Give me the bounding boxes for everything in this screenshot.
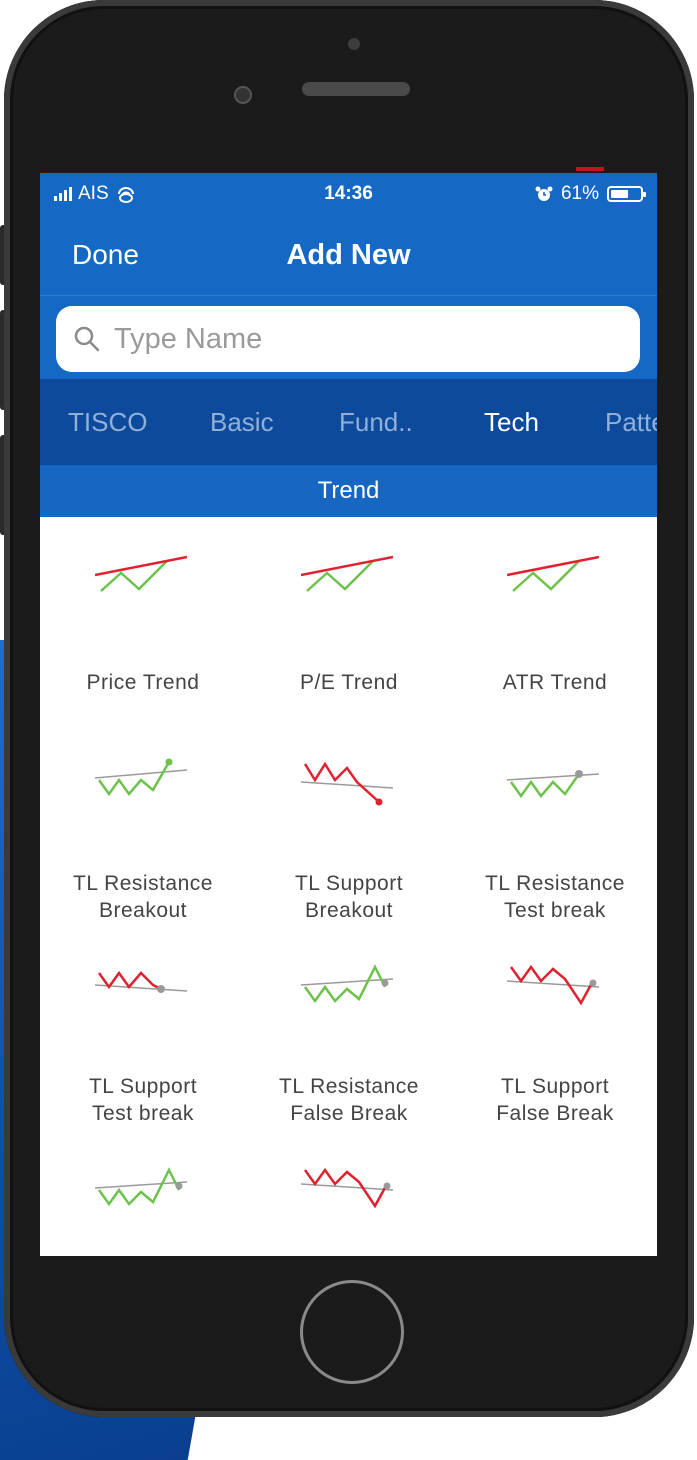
section-header-trend: Trend xyxy=(40,465,657,517)
search-bar xyxy=(40,295,657,380)
resistance-breakout-icon xyxy=(95,758,188,797)
battery-percent: 61% xyxy=(560,183,599,204)
front-camera xyxy=(234,86,252,104)
resistance-test-icon xyxy=(507,770,600,799)
indicator-label: TL Resistance Breakout xyxy=(40,870,246,924)
indicator-label: TL Support False Break xyxy=(452,1073,657,1127)
support-false-break-icon xyxy=(301,1167,394,1209)
indicator-label: TL Support Breakout xyxy=(246,870,452,924)
indicator-item-tl-support-false-break[interactable]: TL Support False Break xyxy=(452,923,657,1126)
indicator-item-tl-resistance-breakout[interactable]: TL Resistance Breakout xyxy=(40,720,246,923)
trendline-up-icon xyxy=(301,555,394,592)
earpiece-speaker xyxy=(302,82,410,96)
indicator-label-line2: False Break xyxy=(496,1102,614,1125)
indicator-label-line2: False Break xyxy=(290,1102,408,1125)
indicator-label-line1: ATR Trend xyxy=(502,671,608,694)
indicator-label: ATR Trend xyxy=(452,669,657,696)
indicator-item-tl-resistance-false-break[interactable]: TL Resistance False Break xyxy=(246,923,452,1126)
tab-fund[interactable]: Fund.. xyxy=(339,407,413,438)
resistance-false-break-icon xyxy=(95,1167,188,1207)
navigation-bar: Done Add New xyxy=(40,215,657,295)
search-box[interactable] xyxy=(56,306,640,372)
indicator-label-line1: TL Resistance xyxy=(73,872,213,895)
front-sensor xyxy=(348,38,360,50)
indicator-item-tl-support-test-break[interactable]: TL Support Test break xyxy=(40,923,246,1126)
category-tabs: TISCO Basic Fund.. Tech Patte xyxy=(40,379,657,465)
indicator-label-line1: TL Support xyxy=(500,1075,610,1098)
indicator-label-line1: TL Support xyxy=(294,872,404,895)
alarm-icon xyxy=(535,186,553,201)
app-screen: AIS 14:36 61% Done Add New Type Name TIS… xyxy=(40,173,657,1256)
battery-icon xyxy=(607,186,646,202)
support-test-icon xyxy=(95,970,188,993)
search-input[interactable] xyxy=(112,321,596,357)
tab-basic[interactable]: Basic xyxy=(210,407,274,438)
indicator-item-p-e-trend[interactable]: P/E Trend xyxy=(246,517,452,720)
support-breakout-icon xyxy=(301,761,394,806)
indicator-label-line2: Test break xyxy=(92,1102,194,1125)
indicator-item-atr-trend[interactable]: ATR Trend xyxy=(452,517,657,720)
indicator-label: Price Trend xyxy=(40,669,246,696)
search-icon xyxy=(74,326,100,352)
indicator-label: TL Resistance False Break xyxy=(246,1073,452,1127)
status-bar: AIS 14:36 61% xyxy=(40,173,657,215)
trendline-up-icon xyxy=(95,555,188,592)
home-button[interactable] xyxy=(300,1280,404,1384)
resistance-false-break-icon xyxy=(301,964,394,1004)
tab-pattern[interactable]: Patte xyxy=(605,407,657,438)
indicator-label-line1: TL Resistance xyxy=(279,1075,419,1098)
indicator-item-unlabeled[interactable] xyxy=(40,1126,246,1256)
indicator-label: TL Resistance Test break xyxy=(452,870,657,924)
indicator-label-line2: Breakout xyxy=(304,899,394,922)
indicator-item-unlabeled[interactable] xyxy=(246,1126,452,1256)
support-false-break-icon xyxy=(507,964,600,1006)
indicator-item-price-trend[interactable]: Price Trend xyxy=(40,517,246,720)
indicator-label-line1: Price Trend xyxy=(86,671,200,694)
indicator-label-line1: P/E Trend xyxy=(300,671,398,694)
indicator-label-line2: Test break xyxy=(504,899,606,922)
indicator-label-line1: TL Resistance xyxy=(485,872,625,895)
indicator-label-line1: TL Support xyxy=(88,1075,198,1098)
indicator-label: TL Support Test break xyxy=(40,1073,246,1127)
tab-tisco[interactable]: TISCO xyxy=(68,407,147,438)
callout-marker xyxy=(576,167,604,171)
indicator-item-tl-support-breakout[interactable]: TL Support Breakout xyxy=(246,720,452,923)
indicator-label-line2: Breakout xyxy=(98,899,188,922)
indicator-item-tl-resistance-test-break[interactable]: TL Resistance Test break xyxy=(452,720,657,923)
tab-tech[interactable]: Tech xyxy=(484,407,539,438)
indicator-label: P/E Trend xyxy=(246,669,452,696)
page-title: Add New xyxy=(286,239,411,271)
trendline-up-icon xyxy=(507,555,600,592)
